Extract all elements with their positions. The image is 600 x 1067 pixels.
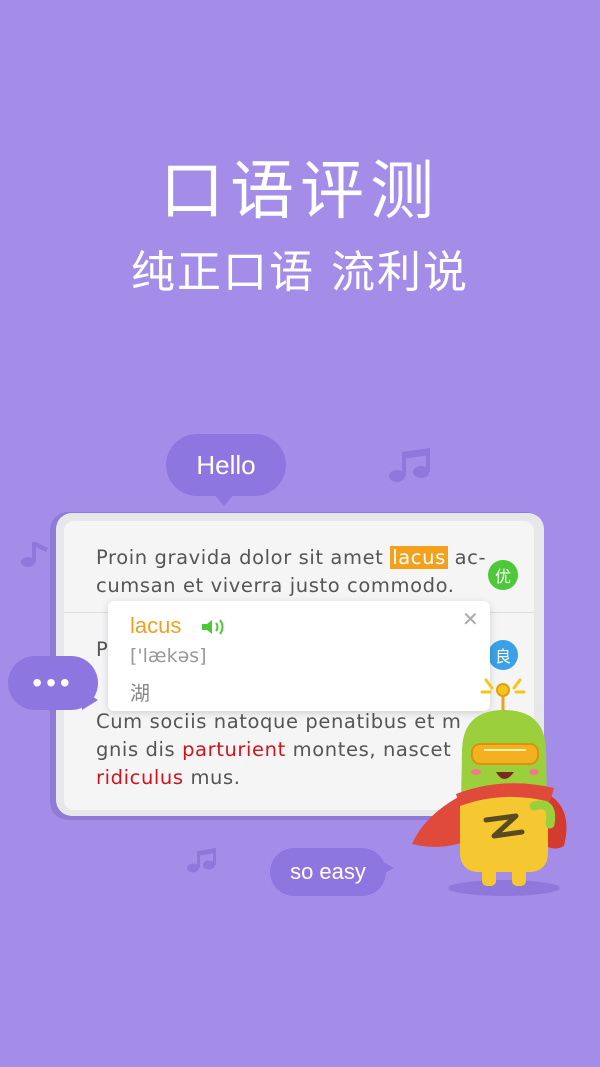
hello-bubble-tail (212, 492, 236, 506)
paragraph-1[interactable]: Proin gravida dolor sit amet lacus ac- c… (96, 544, 496, 600)
hello-speech-bubble: Hello (166, 434, 286, 496)
para1-text-end: ac- (447, 546, 487, 569)
popup-word: lacus (130, 613, 182, 638)
mispronounced-word[interactable]: ridiculus (96, 766, 184, 789)
para1-text: Proin gravida dolor sit amet (96, 546, 391, 569)
close-icon[interactable]: ✕ (462, 607, 479, 632)
music-note-icon (187, 848, 216, 873)
page-subtitle: 纯正口语 流利说 (131, 247, 469, 298)
mascot-illustration (412, 678, 567, 896)
para3-text: mus. (183, 766, 241, 789)
speaker-icon[interactable] (200, 618, 228, 636)
so-easy-bubble-tail (380, 860, 394, 876)
page-title: 口语评测 (160, 155, 440, 229)
so-easy-speech-bubble: so easy (270, 848, 386, 896)
popup-phonetic: ['lækəs] (130, 645, 207, 667)
mispronounced-word[interactable]: parturient (182, 738, 286, 761)
score-badge-good: 良 (488, 640, 518, 670)
para1-line2: cumsan et viverra justo commodo. (96, 574, 455, 597)
para2-text: P (96, 638, 109, 661)
para3-text: gnis dis (96, 738, 183, 761)
popup-meaning: 湖 (130, 681, 150, 705)
music-note-icon (389, 448, 430, 482)
music-note-icon (21, 542, 48, 567)
score-badge-excellent: 优 (488, 560, 518, 590)
highlighted-word[interactable]: lacus (390, 546, 448, 569)
typing-bubble-tail (82, 690, 98, 710)
